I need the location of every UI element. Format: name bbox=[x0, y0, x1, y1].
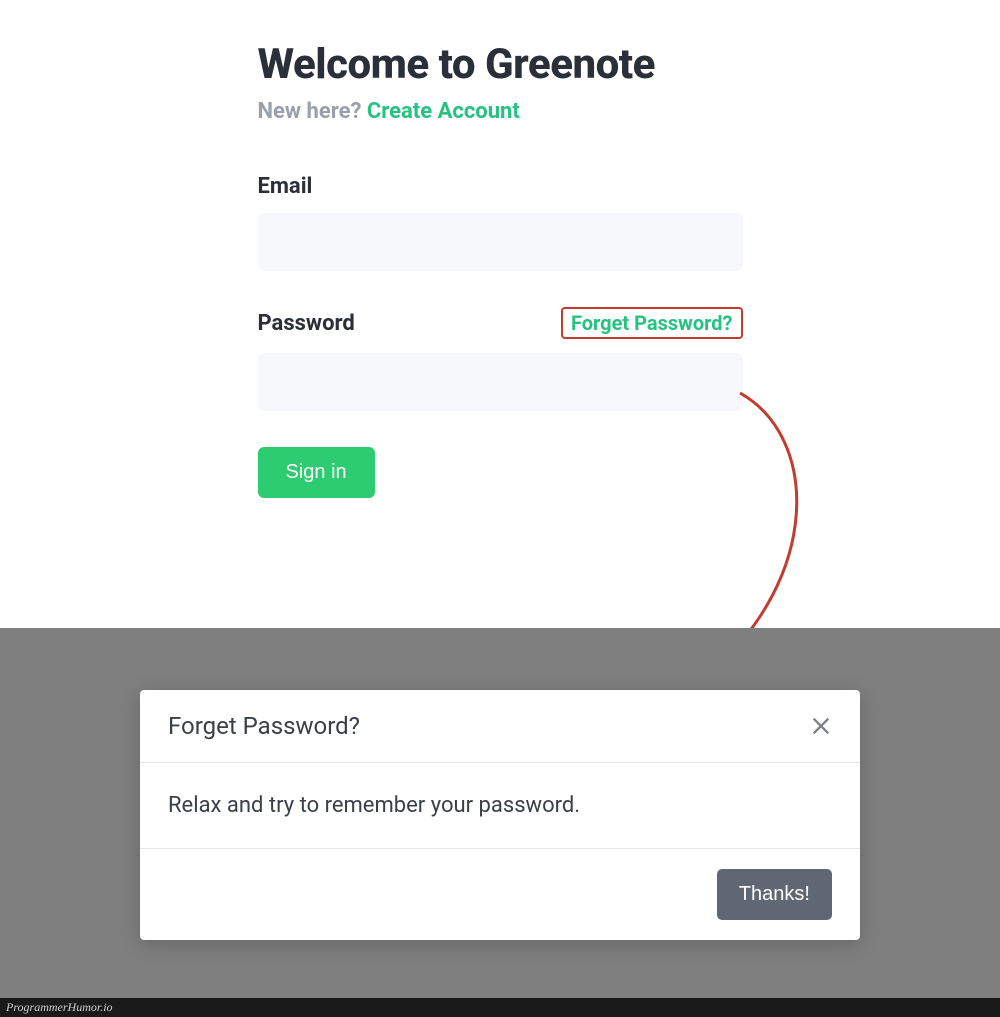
forget-password-modal: Forget Password? Relax and try to rememb… bbox=[140, 690, 860, 940]
signin-button[interactable]: Sign in bbox=[258, 447, 375, 498]
forget-password-link[interactable]: Forget Password? bbox=[561, 307, 743, 339]
thanks-button[interactable]: Thanks! bbox=[717, 869, 832, 920]
email-label: Email bbox=[258, 174, 743, 199]
watermark: ProgrammerHumor.io bbox=[0, 998, 1000, 1017]
subtitle: New here? Create Account bbox=[258, 99, 743, 124]
page-title: Welcome to Greenote bbox=[258, 40, 743, 89]
password-label: Password bbox=[258, 311, 355, 336]
close-icon[interactable] bbox=[810, 715, 832, 737]
login-form: Welcome to Greenote New here? Create Acc… bbox=[258, 40, 743, 498]
new-here-text: New here? bbox=[258, 99, 362, 124]
modal-footer: Thanks! bbox=[140, 849, 860, 940]
email-input[interactable] bbox=[258, 213, 743, 271]
password-input[interactable] bbox=[258, 353, 743, 411]
create-account-link[interactable]: Create Account bbox=[367, 99, 520, 124]
modal-title: Forget Password? bbox=[168, 712, 360, 740]
login-section: Welcome to Greenote New here? Create Acc… bbox=[0, 0, 1000, 568]
modal-header: Forget Password? bbox=[140, 690, 860, 763]
modal-backdrop: Forget Password? Relax and try to rememb… bbox=[0, 628, 1000, 1003]
password-row: Password Forget Password? bbox=[258, 307, 743, 339]
modal-body: Relax and try to remember your password. bbox=[140, 763, 860, 849]
